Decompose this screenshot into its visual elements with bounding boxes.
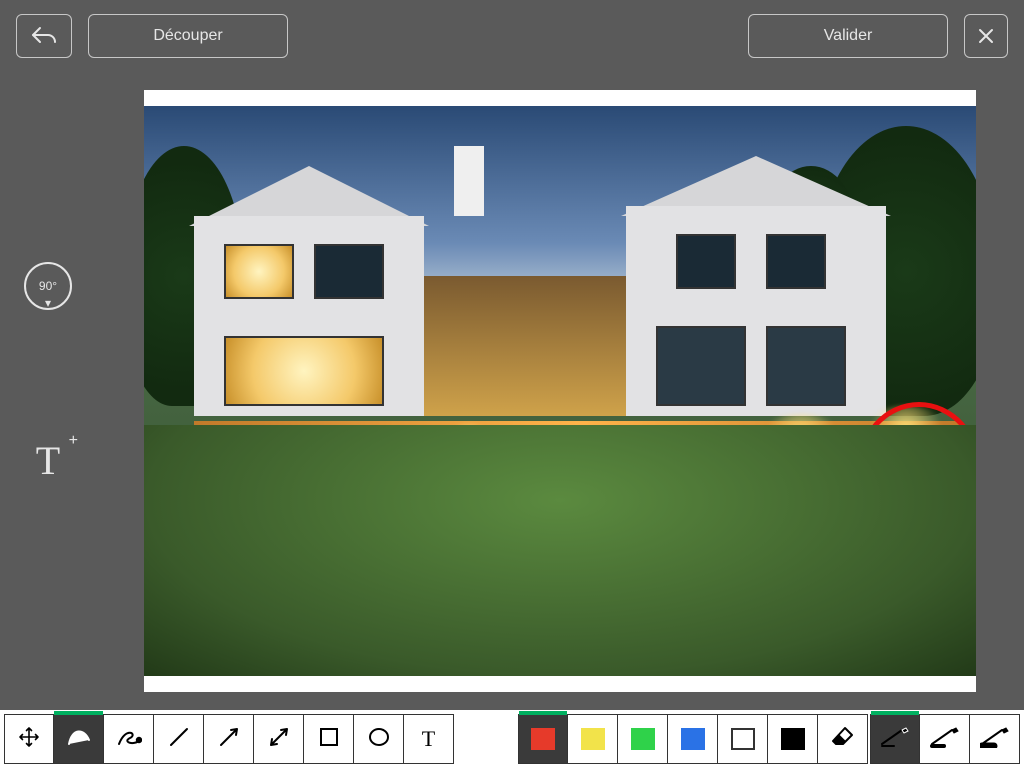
swatch-icon — [581, 728, 605, 750]
undo-button[interactable] — [16, 14, 72, 58]
line-tool[interactable] — [154, 714, 204, 764]
eraser-icon — [831, 725, 855, 754]
color-blue[interactable] — [668, 714, 718, 764]
swatch-icon — [531, 728, 555, 750]
color-red[interactable] — [518, 714, 568, 764]
move-icon — [18, 726, 40, 753]
rotate-arrow-icon: ▾ — [45, 296, 51, 310]
doublearrow-icon — [267, 725, 291, 754]
freehand-tool[interactable] — [54, 714, 104, 764]
color-swatch-group — [518, 714, 868, 764]
swatch-icon — [681, 728, 705, 750]
image-canvas[interactable] — [144, 90, 976, 692]
color-yellow[interactable] — [568, 714, 618, 764]
pencil-stroke-icon — [930, 726, 960, 753]
close-button[interactable] — [964, 14, 1008, 58]
stroke-thick-tool[interactable] — [970, 714, 1020, 764]
text-glyph: T — [36, 438, 60, 483]
plus-icon: + — [69, 432, 78, 450]
rotate-label: 90° — [39, 279, 57, 293]
arrow-icon — [217, 725, 241, 754]
crop-button[interactable]: Découper — [88, 14, 288, 58]
loopcurve-icon — [116, 724, 142, 755]
add-text-button[interactable]: T + — [18, 430, 78, 490]
arrow-tool[interactable] — [204, 714, 254, 764]
rect-icon — [318, 726, 340, 753]
left-tool-column: 90° ▾ T + — [0, 72, 96, 710]
loopcurve-tool[interactable] — [104, 714, 154, 764]
undo-arrow-icon — [30, 24, 58, 48]
edited-photo — [144, 106, 976, 676]
color-white[interactable] — [718, 714, 768, 764]
stroke-tools-group — [870, 714, 1020, 764]
stroke-thin-tool[interactable] — [870, 714, 920, 764]
pencil-stroke-icon — [880, 726, 910, 753]
close-icon — [977, 27, 995, 45]
line-icon — [167, 725, 191, 754]
swatch-icon — [781, 728, 805, 750]
curve-icon — [66, 724, 92, 755]
bottom-toolbar: T — [0, 710, 1024, 768]
pencil-stroke-icon — [980, 726, 1010, 753]
swatch-icon — [731, 728, 755, 750]
rectangle-tool[interactable] — [304, 714, 354, 764]
ellipse-tool[interactable] — [354, 714, 404, 764]
stroke-medium-tool[interactable] — [920, 714, 970, 764]
swatch-icon — [631, 728, 655, 750]
validate-button[interactable]: Valider — [748, 14, 948, 58]
ellipse-icon — [367, 726, 391, 753]
color-black[interactable] — [768, 714, 818, 764]
eraser-tool[interactable] — [818, 714, 868, 764]
text-tool-tool[interactable]: T — [404, 714, 454, 764]
move-tool[interactable] — [4, 714, 54, 764]
rotate-90-button[interactable]: 90° ▾ — [24, 262, 72, 310]
text-icon: T — [422, 726, 435, 752]
top-toolbar: Découper Valider — [0, 0, 1024, 72]
annotation-ellipse[interactable] — [448, 446, 574, 616]
canvas-area — [96, 72, 1024, 710]
doublearrow-tool[interactable] — [254, 714, 304, 764]
shape-tools-group: T — [4, 714, 454, 764]
color-green[interactable] — [618, 714, 668, 764]
